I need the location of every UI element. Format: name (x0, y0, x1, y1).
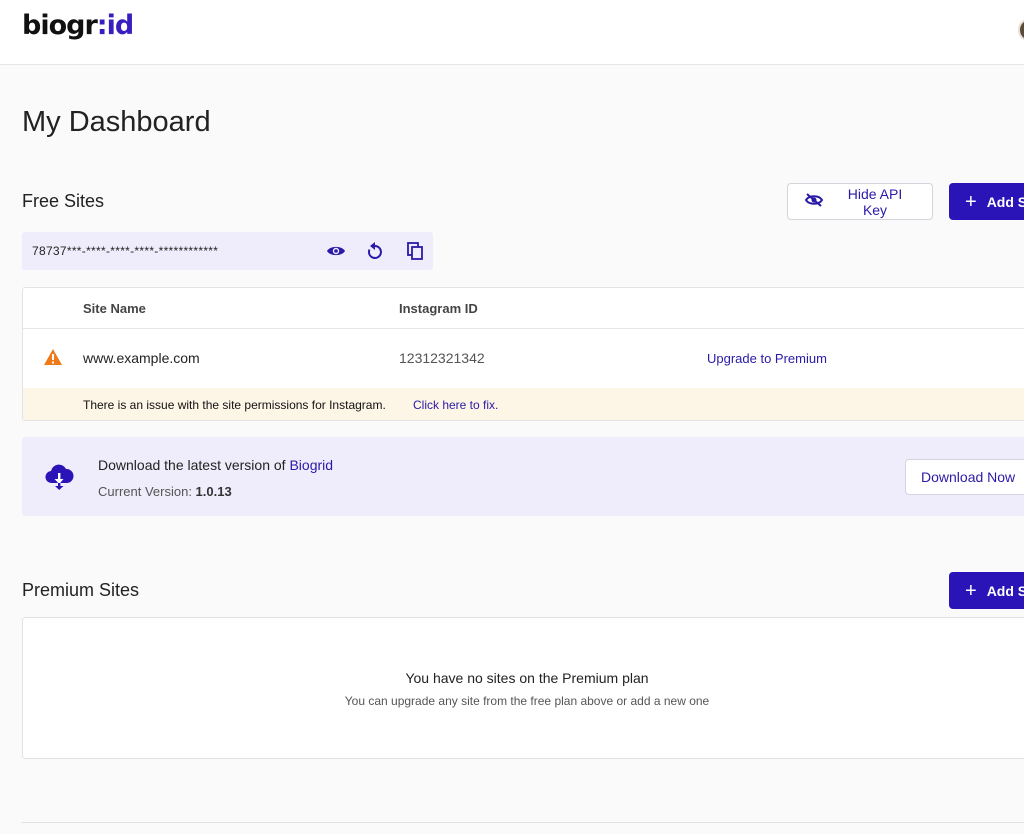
add-site-label: Add Site (986, 193, 1024, 210)
copy-icon[interactable] (405, 241, 425, 261)
hide-api-key-button[interactable]: Hide API Key (787, 183, 933, 220)
download-title-text: Download the latest version of (98, 457, 290, 473)
site-warning-row: There is an issue with the site permissi… (23, 388, 1024, 420)
api-key-value: 78737***-****-****-****-************ (32, 244, 219, 258)
upgrade-to-premium-link[interactable]: Upgrade to Premium (707, 351, 827, 366)
cloud-download-icon (44, 461, 74, 496)
download-now-label: Download Now (921, 469, 1016, 485)
fix-permissions-link[interactable]: Click here to fix. (413, 398, 498, 412)
header-divider (23, 328, 1024, 329)
download-title: Download the latest version of Biogrid (98, 457, 333, 473)
avatar[interactable] (1018, 18, 1024, 42)
instagram-id-cell: 12312321342 (399, 350, 485, 366)
hide-api-key-label: Hide API Key (847, 185, 903, 218)
warning-message: There is an issue with the site permissi… (83, 398, 386, 412)
download-now-button[interactable]: Download Now (905, 459, 1024, 495)
premium-sites-title: Premium Sites (22, 580, 140, 600)
warning-icon (43, 348, 63, 371)
eye-icon[interactable] (326, 241, 346, 261)
add-premium-site-button[interactable]: + Add Site (949, 572, 1024, 609)
free-sites-title: Free Sites (22, 191, 105, 211)
column-header-site-name: Site Name (83, 301, 146, 316)
logo-colon: : (96, 10, 108, 41)
regenerate-icon[interactable] (365, 241, 385, 261)
eye-off-icon (804, 193, 824, 210)
premium-sites-empty-state: You have no sites on the Premium plan Yo… (22, 617, 1024, 759)
logo-accent-text: id (106, 10, 135, 41)
top-header: biogr:id (0, 0, 1024, 65)
footer-divider (22, 822, 1024, 823)
current-version: Current Version: 1.0.13 (98, 484, 232, 499)
site-name-cell: www.example.com (83, 350, 200, 366)
free-sites-table: Site Name Instagram ID www.example.com 1… (22, 287, 1024, 421)
download-banner: Download the latest version of Biogrid C… (22, 437, 1024, 516)
biogrid-logo[interactable]: biogr:id (22, 10, 135, 41)
add-free-site-button[interactable]: + Add Site (949, 183, 1024, 220)
download-brand: Biogrid (289, 457, 334, 473)
column-header-instagram-id: Instagram ID (399, 301, 478, 316)
add-site-label: Add Site (986, 582, 1024, 599)
api-key-bar: 78737***-****-****-****-************ (22, 232, 433, 270)
empty-state-title: You have no sites on the Premium plan (405, 670, 649, 686)
page-title: My Dashboard (22, 106, 211, 138)
plus-icon: + (965, 190, 977, 213)
logo-text: biogr (22, 10, 98, 41)
plus-icon: + (965, 579, 977, 602)
version-label: Current Version: (98, 484, 196, 499)
version-value: 1.0.13 (195, 484, 232, 499)
empty-state-subtitle: You can upgrade any site from the free p… (344, 694, 710, 708)
